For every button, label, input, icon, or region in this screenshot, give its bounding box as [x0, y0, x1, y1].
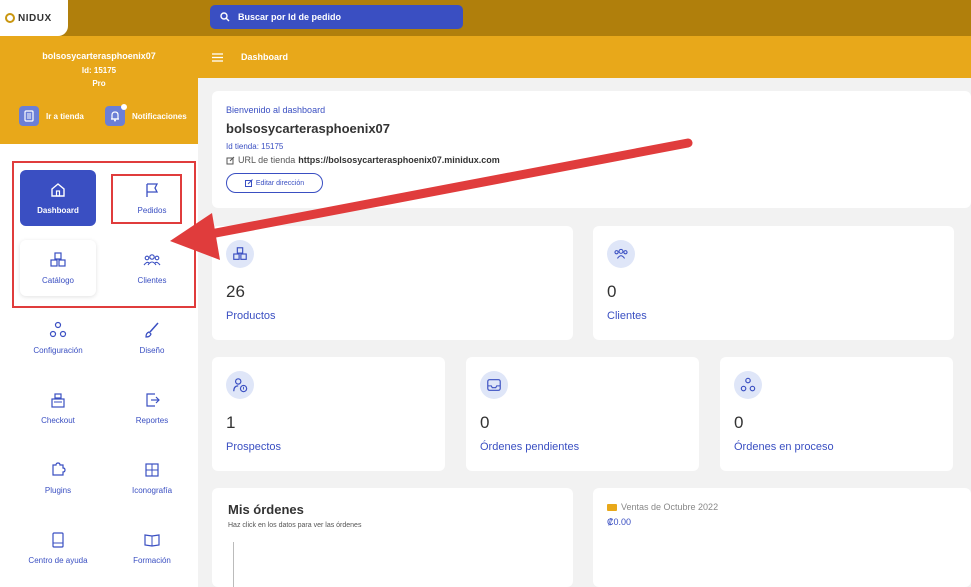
- nav-label: Configuración: [33, 346, 83, 355]
- sales-title-row: Ventas de Octubre 2022: [607, 502, 957, 512]
- grid-icon: [145, 463, 159, 477]
- stat-label: Clientes: [607, 310, 647, 322]
- open-book-icon: [144, 534, 160, 547]
- stat-card-prospectos[interactable]: 1 Prospectos: [212, 357, 445, 471]
- nidux-logo[interactable]: NIDUX: [0, 0, 68, 36]
- bell-icon: [105, 104, 127, 126]
- nav-item-iconografia[interactable]: Iconografía: [114, 450, 190, 506]
- search-icon: [220, 12, 230, 22]
- notifications-label: Notificaciones: [132, 111, 187, 121]
- stat-card-productos[interactable]: 26 Productos: [212, 226, 573, 340]
- export-icon: [146, 393, 160, 407]
- sales-title: Ventas de Octubre 2022: [621, 502, 719, 512]
- inbox-icon: [480, 371, 508, 399]
- logo-text: NIDUX: [18, 12, 52, 24]
- nav-item-formacion[interactable]: Formación: [114, 520, 190, 576]
- notifications-button[interactable]: Notificaciones: [105, 104, 187, 126]
- page-title: Dashboard: [241, 52, 289, 62]
- stat-label: Órdenes en proceso: [734, 441, 834, 453]
- stat-value: 0: [480, 413, 490, 432]
- edit-icon: [244, 179, 253, 187]
- nav-label: Reportes: [135, 416, 169, 425]
- my-orders-card: Mis órdenes Haz click en los datos para …: [212, 488, 573, 587]
- nav-item-diseno[interactable]: Diseño: [114, 310, 190, 366]
- go-to-store-button[interactable]: Ir a tienda: [19, 106, 84, 126]
- nodes-icon: [49, 321, 67, 338]
- store-url-label: URL de tienda: [238, 155, 296, 165]
- welcome-store-id: Id tienda: 15175: [226, 142, 284, 151]
- logo-ring-icon: [5, 13, 15, 23]
- orders-title: Mis órdenes: [228, 502, 304, 517]
- stat-value: 26: [226, 282, 245, 301]
- stat-label: Prospectos: [226, 441, 282, 453]
- book-icon: [52, 532, 64, 548]
- nav-label: Centro de ayuda: [28, 556, 88, 565]
- welcome-subtitle: Bienvenido al dashboard: [226, 105, 326, 115]
- sales-value: ₡0.00: [607, 517, 632, 527]
- welcome-card: Bienvenido al dashboard bolsosycarterasp…: [212, 91, 971, 208]
- stat-label: Órdenes pendientes: [480, 441, 580, 453]
- search-placeholder: Buscar por Id de pedido: [238, 12, 342, 22]
- notification-dot: [121, 104, 127, 110]
- edit-address-button[interactable]: Editar dirección: [226, 173, 323, 193]
- nav-item-reportes[interactable]: Reportes: [114, 380, 190, 436]
- stat-card-clientes[interactable]: 0 Clientes: [593, 226, 954, 340]
- nodes-icon: [734, 371, 762, 399]
- edit-address-label: Editar dirección: [255, 179, 305, 187]
- nav-label: Checkout: [41, 416, 75, 425]
- store-name: bolsosycarterasphoenix07: [42, 51, 156, 61]
- top-bar: NIDUX Buscar por Id de pedido: [0, 0, 971, 36]
- stat-value: 0: [607, 282, 617, 301]
- stat-label: Productos: [226, 310, 276, 322]
- annotation-box-pedidos: [111, 174, 182, 224]
- boxes-icon: [226, 240, 254, 268]
- store-info-panel: bolsosycarterasphoenix07 Id: 15175 Pro I…: [0, 36, 198, 144]
- stat-value: 0: [734, 413, 744, 432]
- nav-label: Diseño: [139, 346, 165, 355]
- orders-subtitle: Haz click en los datos para ver las órde…: [228, 522, 362, 529]
- users-icon: [607, 240, 635, 268]
- welcome-store-name: bolsosycarterasphoenix07: [226, 121, 391, 136]
- nav-label: Plugins: [44, 486, 72, 495]
- nav-item-configuracion[interactable]: Configuración: [20, 310, 96, 366]
- sales-card: Ventas de Octubre 2022 ₡0.00: [593, 488, 971, 587]
- main-header: Dashboard: [198, 36, 971, 78]
- store-url: URL de tienda https://bolsosycarteraspho…: [226, 155, 957, 165]
- nav-item-checkout[interactable]: Checkout: [20, 380, 96, 436]
- register-icon: [51, 393, 65, 408]
- orders-chart-axis: [233, 542, 234, 587]
- puzzle-icon: [52, 462, 66, 476]
- stat-card-ordenes-proceso[interactable]: 0 Órdenes en proceso: [720, 357, 953, 471]
- store-id: Id: 15175: [81, 66, 117, 75]
- stat-card-ordenes-pendientes[interactable]: 0 Órdenes pendientes: [466, 357, 699, 471]
- brush-icon: [145, 322, 159, 338]
- hamburger-menu-icon[interactable]: [212, 52, 223, 62]
- store-icon: [19, 106, 39, 126]
- prospect-icon: [226, 371, 254, 399]
- stat-value: 1: [226, 413, 236, 432]
- nav-item-plugins[interactable]: Plugins: [20, 450, 96, 506]
- go-to-store-label: Ir a tienda: [46, 111, 84, 121]
- nav-item-centro-ayuda[interactable]: Centro de ayuda: [20, 520, 96, 576]
- money-icon: [607, 503, 617, 511]
- nav-label: Formación: [133, 556, 171, 565]
- search-input[interactable]: Buscar por Id de pedido: [210, 5, 463, 29]
- nav-label: Iconografía: [131, 486, 173, 495]
- store-plan: Pro: [92, 79, 106, 88]
- external-link-icon: [226, 156, 235, 164]
- store-url-link[interactable]: https://bolsosycarterasphoenix07.minidux…: [298, 155, 500, 165]
